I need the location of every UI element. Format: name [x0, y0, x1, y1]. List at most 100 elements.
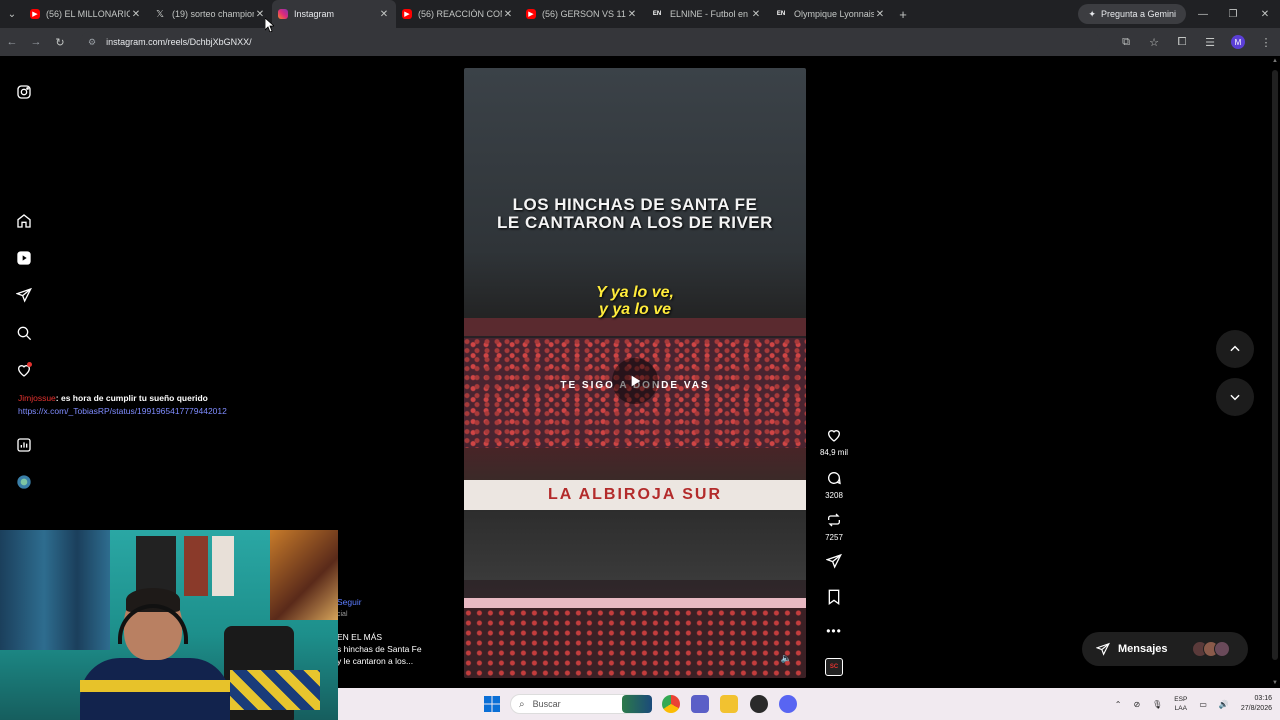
reel-headline: LOS HINCHAS DE SANTA FE LE CANTARON A LO… — [464, 196, 806, 232]
tab-gerson[interactable]: ▶ (56) GERSON VS 11 P ✕ — [520, 0, 644, 28]
close-tab-icon[interactable]: ✕ — [626, 9, 638, 20]
youtube-icon: ▶ — [30, 9, 40, 19]
nav-profile[interactable] — [14, 472, 34, 492]
back-button[interactable]: ← — [0, 36, 24, 48]
tab-el-millonario[interactable]: ▶ (56) EL MILLONARIO ✕ — [24, 0, 148, 28]
microphone-icon[interactable]: 🎙 — [1152, 700, 1162, 709]
reload-button[interactable]: ↻ — [48, 36, 72, 49]
close-window-button[interactable]: ✕ — [1250, 0, 1280, 28]
windows-start-icon[interactable] — [484, 696, 500, 712]
heart-icon — [827, 430, 841, 442]
previous-reel-button[interactable] — [1216, 330, 1254, 368]
nav-search[interactable] — [14, 323, 34, 343]
avatar — [1214, 641, 1230, 657]
audio-thumbnail[interactable]: SC — [825, 658, 843, 676]
system-clock[interactable]: 03:16 27/8/2026 — [1241, 694, 1272, 714]
gemini-label: Pregunta a Gemini — [1100, 9, 1176, 19]
profile-avatar[interactable]: M — [1231, 35, 1245, 49]
address-bar[interactable]: ⚙ instagram.com/reels/DchbjXbGNXX/ — [80, 31, 1100, 53]
webcam-feed — [0, 530, 338, 720]
browser-menu-button[interactable]: ⋮ — [1252, 36, 1280, 49]
scroll-up-arrow-icon[interactable]: ▲ — [1271, 58, 1279, 64]
site-info-icon[interactable]: ⚙ — [88, 37, 96, 48]
scroll-down-arrow-icon[interactable]: ▼ — [1271, 680, 1279, 686]
star-icon: ☆ — [1149, 36, 1159, 49]
webcam-poster — [184, 536, 208, 596]
browser-toolbar: ← → ↻ ⚙ instagram.com/reels/DchbjXbGNXX/… — [0, 28, 1280, 56]
chat-link[interactable]: https://x.com/_TobiasRP/status/199196541… — [18, 406, 227, 416]
lyrics-line-2: y ya lo ve — [598, 301, 672, 318]
file-explorer-icon[interactable] — [720, 695, 738, 713]
send-icon — [16, 287, 32, 303]
chevron-up-icon[interactable]: ⌃ — [1115, 700, 1122, 709]
mute-button[interactable]: 🔈 — [781, 653, 792, 664]
messages-button[interactable]: Mensajes — [1082, 632, 1248, 666]
tab-title: (56) REACCIÓN CON — [418, 9, 502, 19]
instagram-logo-link[interactable] — [14, 82, 34, 102]
nav-stats[interactable] — [14, 435, 34, 455]
list-icon: ☰ — [1205, 36, 1215, 49]
nav-home[interactable] — [14, 211, 34, 231]
messages-label: Mensajes — [1118, 643, 1168, 655]
forward-button[interactable]: → — [24, 36, 48, 48]
close-tab-icon[interactable]: ✕ — [502, 9, 514, 20]
follow-link[interactable]: Seguir — [337, 597, 362, 607]
language-indicator[interactable]: ESP LAA — [1174, 695, 1187, 713]
discord-icon[interactable] — [779, 695, 797, 713]
install-app-button[interactable]: ⧉ — [1112, 36, 1140, 49]
audio-badge-text: SC — [829, 664, 839, 670]
close-tab-icon[interactable]: ✕ — [874, 9, 886, 20]
next-reel-button[interactable] — [1216, 378, 1254, 416]
tab-instagram[interactable]: Instagram ✕ — [272, 0, 396, 28]
tab-reaccion[interactable]: ▶ (56) REACCIÓN CON ✕ — [396, 0, 520, 28]
obs-icon[interactable] — [750, 695, 768, 713]
page-scrollbar[interactable]: ▲ ▼ — [1270, 56, 1280, 688]
repost-action[interactable]: 7257 — [818, 511, 850, 542]
profile-avatar-icon — [17, 475, 31, 489]
restore-button[interactable]: ❐ — [1218, 0, 1248, 28]
more-horizontal-icon: ••• — [826, 624, 842, 638]
gemini-button[interactable]: ✦ Pregunta a Gemini — [1078, 4, 1186, 24]
nav-messages[interactable] — [14, 285, 34, 305]
close-tab-icon[interactable]: ✕ — [750, 9, 762, 20]
bookmark-star-button[interactable]: ☆ — [1140, 36, 1168, 49]
reel-lyrics: Y ya lo ve, y ya lo ve — [464, 284, 806, 318]
nav-notifications[interactable] — [14, 360, 34, 380]
minimize-button[interactable]: — — [1188, 0, 1218, 28]
like-action[interactable]: 84,9 mil — [818, 426, 850, 457]
close-tab-icon[interactable]: ✕ — [130, 9, 142, 20]
taskbar-widget-icon[interactable] — [622, 695, 652, 713]
notification-dot — [27, 362, 32, 367]
network-off-icon[interactable]: ⊘ — [1133, 700, 1140, 709]
headline-line-2: LE CANTARON A LOS DE RIVER — [497, 213, 773, 232]
chat-text: : es hora de cumplir tu sueño querido — [55, 393, 208, 403]
save-action[interactable] — [818, 588, 850, 606]
close-tab-icon[interactable]: ✕ — [378, 9, 390, 20]
close-icon: ✕ — [1260, 8, 1270, 20]
tab-search-button[interactable]: ⌄ — [0, 0, 24, 28]
extensions-button[interactable]: ⧠ — [1168, 36, 1196, 49]
more-vertical-icon: ⋮ — [1260, 36, 1272, 49]
comment-action[interactable]: 3208 — [818, 469, 850, 500]
message-avatars — [1192, 641, 1230, 657]
share-action[interactable] — [818, 552, 850, 570]
play-button[interactable] — [612, 358, 658, 404]
scrollbar-thumb[interactable] — [1272, 70, 1278, 660]
tab-strip: ⌄ ▶ (56) EL MILLONARIO ✕ 𝕏 (19) sorteo c… — [0, 0, 1280, 28]
comment-count: 3208 — [825, 491, 843, 500]
teams-icon[interactable] — [691, 695, 709, 713]
headline-line-1: LOS HINCHAS DE SANTA FE — [512, 195, 758, 214]
nav-reels[interactable] — [14, 248, 34, 268]
tab-olympique[interactable]: EN Olympique Lyonnais ✕ — [768, 0, 892, 28]
chat-username: Jimjossue — [18, 393, 56, 403]
stand-ad-board — [464, 598, 806, 608]
new-tab-button[interactable]: + — [892, 7, 914, 22]
reel-video[interactable]: TE SIGO A DONDE VAS LA ALBIROJA SUR LOS … — [464, 68, 806, 678]
tab-elnine[interactable]: EN ELNINE - Futbol en V ✕ — [644, 0, 768, 28]
display-icon[interactable]: ▭ — [1199, 700, 1207, 709]
chrome-icon[interactable] — [662, 695, 680, 713]
tab-sorteo[interactable]: 𝕏 (19) sorteo champion ✕ — [148, 0, 272, 28]
volume-icon[interactable]: 🔊 — [1219, 700, 1229, 709]
reading-list-button[interactable]: ☰ — [1196, 36, 1224, 49]
more-options-action[interactable]: ••• — [818, 622, 850, 640]
